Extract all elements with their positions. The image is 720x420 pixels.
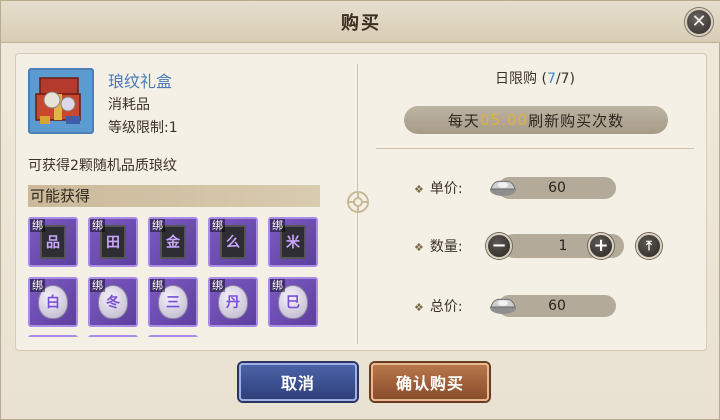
drop-item-tile[interactable]: 绑 冬 (88, 277, 138, 327)
section-divider (376, 148, 694, 149)
drops-grid: 绑 品 绑 田 绑 金 绑 么 绑 米 绑 白 绑 冬 绑 三 绑 丹 绑 巳 (28, 217, 328, 337)
total-price-label: ❖ 总价: (414, 299, 463, 315)
purchase-dialog: 购买 ✕ 琅纹礼盒 消耗品 等级限制:1 可获得2颗随机品质琅纹 可能获得 绑 (0, 0, 720, 420)
drop-item-tile[interactable]: 绑 丹 (208, 277, 258, 327)
bind-tag: 绑 (150, 279, 165, 292)
daily-limit-close: ) (569, 71, 575, 87)
daily-limit-used: 7 (546, 71, 556, 87)
refresh-info-bar: 每天 05:00 刷新购买次数 (404, 106, 668, 134)
drop-item-tile[interactable] (148, 335, 198, 337)
bind-tag: 绑 (30, 219, 45, 232)
refresh-suffix: 刷新购买次数 (528, 111, 625, 130)
bullet-icon: ❖ (414, 241, 424, 254)
refresh-prefix: 每天 (447, 111, 480, 130)
item-description: 可获得2颗随机品质琅纹 (28, 158, 177, 174)
daily-limit-total: 7 (560, 71, 570, 87)
drop-item-tile[interactable]: 绑 金 (148, 217, 198, 267)
silver-ingot-icon (490, 298, 516, 314)
drop-item-tile[interactable] (88, 335, 138, 337)
daily-limit-label: 日限购 (495, 71, 538, 87)
max-arrow-icon[interactable]: ⤒ (636, 233, 662, 259)
bullet-icon: ❖ (414, 183, 424, 196)
item-type: 消耗品 (108, 97, 150, 113)
drop-item-tile[interactable] (28, 335, 78, 337)
daily-limit-open: ( (537, 71, 547, 87)
gift-box-icon (28, 68, 94, 134)
daily-limit: 日限购 (7/7) (376, 68, 694, 88)
dialog-title: 购买 (341, 12, 381, 34)
quantity-label: ❖ 数量: (414, 239, 463, 255)
bind-tag: 绑 (210, 219, 225, 232)
close-icon[interactable]: ✕ (685, 8, 713, 36)
refresh-time: 05:00 (479, 111, 529, 129)
bind-tag: 绑 (150, 219, 165, 232)
bind-tag: 绑 (90, 279, 105, 292)
minus-icon[interactable]: − (486, 233, 512, 259)
unit-price-label: ❖ 单价: (414, 181, 463, 197)
drop-item-tile[interactable]: 绑 巳 (268, 277, 318, 327)
item-name: 琅纹礼盒 (108, 72, 173, 91)
divider-ornament-icon (343, 187, 373, 217)
content-panel: 琅纹礼盒 消耗品 等级限制:1 可获得2颗随机品质琅纹 可能获得 绑 品 绑 田… (15, 53, 707, 351)
drop-item-tile[interactable]: 绑 田 (88, 217, 138, 267)
possible-drops-header: 可能获得 (28, 185, 320, 207)
item-level-limit: 等级限制:1 (108, 120, 178, 136)
plus-icon[interactable]: + (588, 233, 614, 259)
silver-ingot-icon (490, 180, 516, 196)
bind-tag: 绑 (90, 219, 105, 232)
drop-item-tile[interactable]: 绑 品 (28, 217, 78, 267)
drop-item-tile[interactable]: 绑 米 (268, 217, 318, 267)
bind-tag: 绑 (30, 279, 45, 292)
bind-tag: 绑 (270, 279, 285, 292)
cancel-button[interactable]: 取消 (239, 363, 357, 401)
drop-item-tile[interactable]: 绑 三 (148, 277, 198, 327)
bind-tag: 绑 (270, 219, 285, 232)
drop-item-tile[interactable]: 绑 么 (208, 217, 258, 267)
drop-item-tile[interactable]: 绑 白 (28, 277, 78, 327)
bullet-icon: ❖ (414, 301, 424, 314)
title-bar: 购买 ✕ (1, 1, 720, 43)
confirm-purchase-button[interactable]: 确认购买 (371, 363, 489, 401)
bind-tag: 绑 (210, 279, 225, 292)
